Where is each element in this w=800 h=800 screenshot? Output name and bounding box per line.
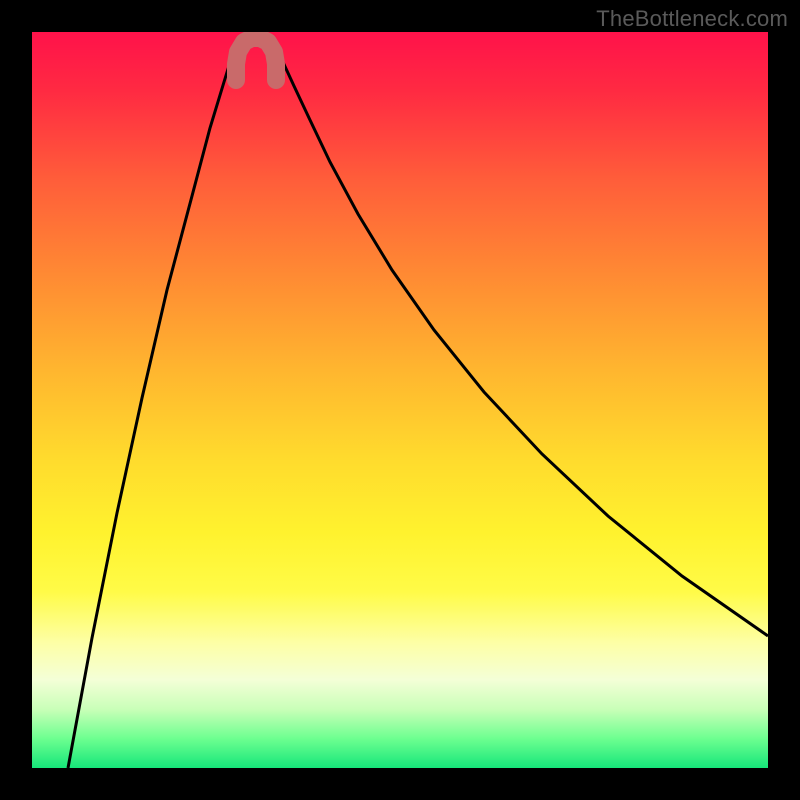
left-branch-curve	[68, 36, 242, 768]
right-branch-curve	[268, 36, 768, 636]
chart-frame	[32, 32, 768, 768]
bottleneck-curve-plot	[32, 32, 768, 768]
valley-marker	[236, 38, 276, 80]
watermark-text: TheBottleneck.com	[596, 6, 788, 32]
